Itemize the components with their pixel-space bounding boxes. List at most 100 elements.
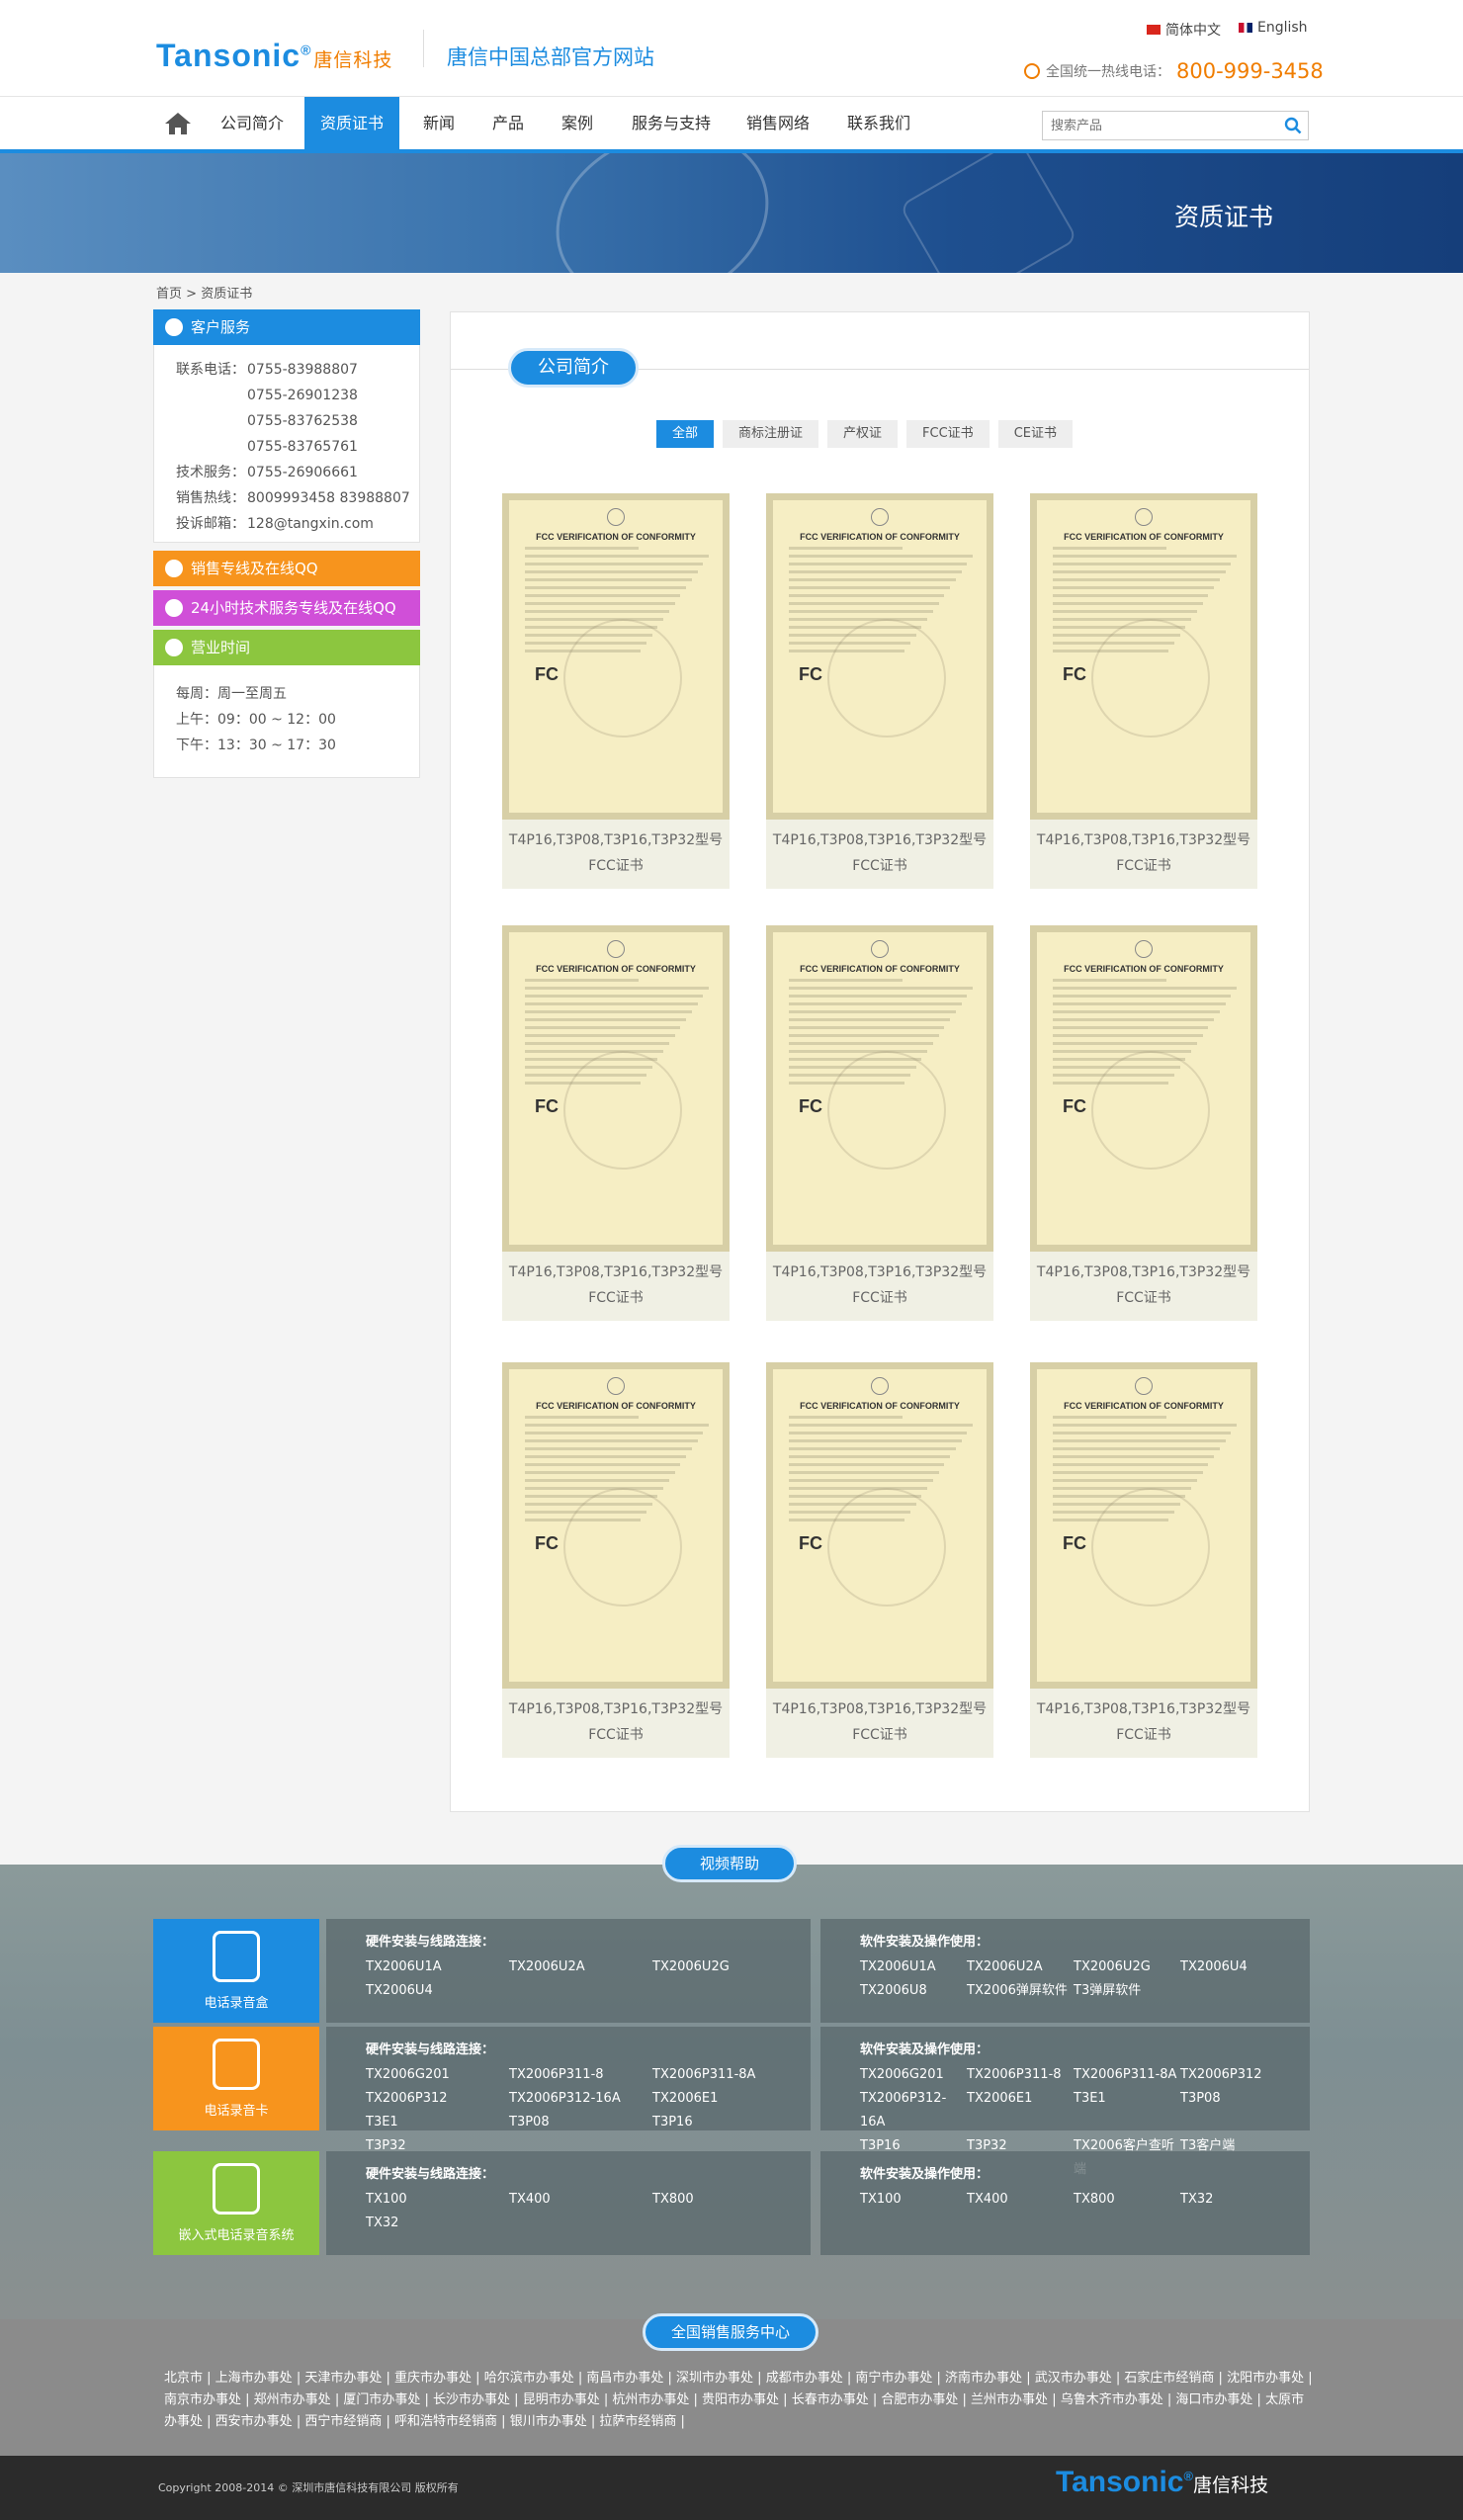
office-link[interactable]: 深圳市办事处 xyxy=(676,2371,753,2386)
office-link[interactable]: 武汉市办事处 xyxy=(1035,2371,1112,2386)
office-link[interactable]: 长沙市办事处 xyxy=(433,2392,510,2407)
office-link[interactable]: 南昌市办事处 xyxy=(586,2371,663,2386)
video-link[interactable]: T3P16 xyxy=(652,2111,796,2134)
footer-logo[interactable]: Tansonic®唐信科技 xyxy=(1056,2466,1268,2499)
office-link[interactable]: 重庆市办事处 xyxy=(394,2371,472,2386)
complaint-email[interactable]: 128@tangxin.com xyxy=(247,516,374,532)
video-link[interactable]: TX100 xyxy=(366,2188,509,2212)
office-link[interactable]: 南宁市办事处 xyxy=(855,2371,932,2386)
search-icon[interactable] xyxy=(1284,117,1302,134)
video-link[interactable]: TX32 xyxy=(1180,2188,1287,2212)
nav-company-intro[interactable]: 公司简介 xyxy=(208,97,297,150)
video-category-tile[interactable]: 嵌入式电话录音系统 xyxy=(153,2151,319,2255)
certificate-caption[interactable]: T4P16,T3P08,T3P16,T3P32型号 FCC证书 xyxy=(766,827,993,879)
certificate-image[interactable]: FCC VERIFICATION OF CONFORMITY FC xyxy=(1030,925,1257,1252)
video-link[interactable]: TX2006P311-8A xyxy=(1074,2063,1180,2087)
video-link[interactable]: TX800 xyxy=(652,2188,796,2212)
office-link[interactable]: 昆明市办事处 xyxy=(523,2392,600,2407)
certificate-card[interactable]: FCC VERIFICATION OF CONFORMITY FC T4P16,T3… xyxy=(766,925,993,1321)
video-link[interactable]: TX2006弹屏软件 xyxy=(967,1979,1074,2003)
nav-products[interactable]: 产品 xyxy=(478,97,538,150)
office-link[interactable]: 长春市办事处 xyxy=(792,2392,869,2407)
office-link[interactable]: 成都市办事处 xyxy=(766,2371,843,2386)
office-link[interactable]: 济南市办事处 xyxy=(945,2371,1022,2386)
nav-service-support[interactable]: 服务与支持 xyxy=(617,97,726,150)
video-link[interactable]: TX2006E1 xyxy=(652,2087,796,2111)
certificate-caption[interactable]: T4P16,T3P08,T3P16,T3P32型号 FCC证书 xyxy=(502,1696,730,1748)
sales-qq-button[interactable]: 销售专线及在线QQ xyxy=(153,551,420,586)
office-link[interactable]: 海口市办事处 xyxy=(1175,2392,1252,2407)
video-link[interactable]: TX2006P312-16A xyxy=(860,2087,967,2134)
office-link[interactable]: 银川市办事处 xyxy=(510,2414,587,2429)
video-link[interactable]: TX2006P311-8 xyxy=(967,2063,1074,2087)
office-link[interactable]: 贵阳市办事处 xyxy=(702,2392,779,2407)
filter-trademark[interactable]: 商标注册证 xyxy=(723,420,819,448)
search-input[interactable] xyxy=(1043,112,1260,139)
office-link[interactable]: 呼和浩特市经销商 xyxy=(394,2414,497,2429)
video-link[interactable]: TX2006G201 xyxy=(860,2063,967,2087)
office-link[interactable]: 杭州市办事处 xyxy=(612,2392,689,2407)
video-link[interactable]: TX2006E1 xyxy=(967,2087,1074,2134)
video-link[interactable]: TX2006U8 xyxy=(860,1979,967,2003)
certificate-card[interactable]: FCC VERIFICATION OF CONFORMITY FC T4P16,T3… xyxy=(502,1362,730,1758)
office-link[interactable]: 西宁市经销商 xyxy=(304,2414,382,2429)
video-link[interactable]: TX400 xyxy=(967,2188,1074,2212)
office-link[interactable]: 南京市办事处 xyxy=(164,2392,241,2407)
video-link[interactable]: TX2006U4 xyxy=(366,1979,509,2003)
filter-property[interactable]: 产权证 xyxy=(827,420,899,448)
filter-ce[interactable]: CE证书 xyxy=(997,420,1073,448)
video-link[interactable]: TX2006U2A xyxy=(967,1955,1074,1979)
nav-news[interactable]: 新闻 xyxy=(407,97,471,150)
video-link[interactable]: T3P08 xyxy=(509,2111,652,2134)
video-link[interactable]: T3P08 xyxy=(1180,2087,1287,2134)
video-category-tile[interactable]: 电话录音卡 xyxy=(153,2027,319,2130)
certificate-caption[interactable]: T4P16,T3P08,T3P16,T3P32型号 FCC证书 xyxy=(766,1260,993,1311)
certificate-caption[interactable]: T4P16,T3P08,T3P16,T3P32型号 FCC证书 xyxy=(1030,1696,1257,1748)
office-link[interactable]: 西安市办事处 xyxy=(215,2414,293,2429)
video-link[interactable]: TX100 xyxy=(860,2188,967,2212)
certificate-caption[interactable]: T4P16,T3P08,T3P16,T3P32型号 FCC证书 xyxy=(1030,827,1257,879)
video-link[interactable]: TX2006P312 xyxy=(366,2087,509,2111)
certificate-image[interactable]: FCC VERIFICATION OF CONFORMITY FC xyxy=(766,925,993,1252)
certificate-card[interactable]: FCC VERIFICATION OF CONFORMITY FC T4P16,T3… xyxy=(502,493,730,889)
video-link[interactable]: TX2006U2G xyxy=(652,1955,796,1979)
home-icon[interactable] xyxy=(163,111,193,136)
office-link[interactable]: 上海市办事处 xyxy=(215,2371,293,2386)
video-link[interactable]: TX2006U2G xyxy=(1074,1955,1180,1979)
office-link[interactable]: 石家庄市经销商 xyxy=(1124,2371,1214,2386)
nav-cases[interactable]: 案例 xyxy=(546,97,609,150)
certificate-image[interactable]: FCC VERIFICATION OF CONFORMITY FC xyxy=(502,925,730,1252)
office-link[interactable]: 拉萨市经销商 xyxy=(599,2414,676,2429)
certificate-image[interactable]: FCC VERIFICATION OF CONFORMITY FC xyxy=(1030,493,1257,820)
nav-sales-network[interactable]: 销售网络 xyxy=(733,97,822,150)
certificate-caption[interactable]: T4P16,T3P08,T3P16,T3P32型号 FCC证书 xyxy=(766,1696,993,1748)
video-link[interactable]: TX800 xyxy=(1074,2188,1180,2212)
tech-qq-button[interactable]: 24小时技术服务专线及在线QQ xyxy=(153,590,420,626)
video-link[interactable]: TX2006U1A xyxy=(366,1955,509,1979)
video-link[interactable]: TX2006P311-8 xyxy=(509,2063,652,2087)
certificate-image[interactable]: FCC VERIFICATION OF CONFORMITY FC xyxy=(766,493,993,820)
certificate-card[interactable]: FCC VERIFICATION OF CONFORMITY FC T4P16,T3… xyxy=(502,925,730,1321)
certificate-card[interactable]: FCC VERIFICATION OF CONFORMITY FC T4P16,T3… xyxy=(1030,1362,1257,1758)
office-link[interactable]: 沈阳市办事处 xyxy=(1227,2371,1304,2386)
video-link[interactable]: T3E1 xyxy=(366,2111,509,2134)
video-link[interactable]: TX2006P312-16A xyxy=(509,2087,652,2111)
filter-all[interactable]: 全部 xyxy=(656,420,715,448)
office-link[interactable]: 合肥市办事处 xyxy=(881,2392,958,2407)
office-link[interactable]: 厦门市办事处 xyxy=(343,2392,420,2407)
site-logo[interactable]: Tansonic®唐信科技 xyxy=(156,38,392,74)
certificate-caption[interactable]: T4P16,T3P08,T3P16,T3P32型号 FCC证书 xyxy=(502,827,730,879)
nav-contact-us[interactable]: 联系我们 xyxy=(832,97,925,150)
certificate-caption[interactable]: T4P16,T3P08,T3P16,T3P32型号 FCC证书 xyxy=(1030,1260,1257,1311)
lang-switch-en[interactable]: English xyxy=(1239,20,1308,36)
lang-switch-cn[interactable]: 简体中文 xyxy=(1147,20,1221,40)
video-link[interactable]: TX2006U4 xyxy=(1180,1955,1287,1979)
office-link[interactable]: 乌鲁木齐市办事处 xyxy=(1061,2392,1163,2407)
video-link[interactable]: T3E1 xyxy=(1074,2087,1180,2134)
certificate-card[interactable]: FCC VERIFICATION OF CONFORMITY FC T4P16,T3… xyxy=(766,1362,993,1758)
video-link[interactable]: TX2006G201 xyxy=(366,2063,509,2087)
filter-fcc[interactable]: FCC证书 xyxy=(906,420,990,448)
certificate-image[interactable]: FCC VERIFICATION OF CONFORMITY FC xyxy=(502,493,730,820)
video-link[interactable]: TX32 xyxy=(366,2212,509,2235)
certificate-image[interactable]: FCC VERIFICATION OF CONFORMITY FC xyxy=(502,1362,730,1689)
